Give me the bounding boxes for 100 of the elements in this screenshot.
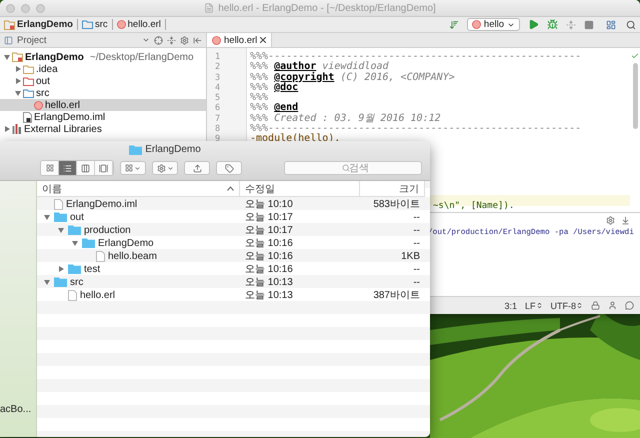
expand-arrow-icon[interactable] — [15, 90, 21, 96]
stop-icon[interactable] — [584, 20, 594, 30]
column-header[interactable]: 이름 — [37, 181, 240, 196]
code-line: %%% @copyright (C) 2016, <COMPANY> — [249, 72, 456, 82]
expand-arrow-icon[interactable] — [4, 126, 10, 132]
scrollbar[interactable] — [632, 63, 638, 129]
disclosure-triangle-icon[interactable] — [72, 240, 78, 246]
updown-icon — [536, 302, 542, 309]
file-icon — [54, 198, 63, 210]
code-line: %%%---------------------------------------------------- — [249, 124, 582, 134]
tree-item[interactable]: External Libraries — [0, 123, 206, 135]
caret-position[interactable]: 3:1 — [504, 300, 517, 310]
tag-icon — [224, 164, 234, 172]
arrange-button[interactable] — [120, 161, 146, 175]
columns-icon — [81, 164, 90, 172]
modified-date: 오늘 10:16 — [244, 250, 293, 263]
search-icon — [342, 164, 350, 172]
disclosure-triangle-icon[interactable] — [58, 266, 64, 272]
library-icon — [12, 124, 22, 134]
tool-window-title[interactable]: Project — [17, 34, 47, 46]
folder-icon — [54, 212, 67, 222]
sort-icon[interactable] — [448, 20, 459, 30]
file-name[interactable]: ErlangDemo.iml — [66, 198, 138, 210]
modified-date: 오늘 10:13 — [244, 289, 293, 302]
settings-icon[interactable] — [606, 216, 615, 224]
run-configuration-dropdown[interactable]: hello — [466, 18, 520, 31]
tree-item[interactable]: ErlangDemo ~/Desktop/ErlangDemo — [0, 51, 206, 63]
line-number: 6 — [214, 103, 222, 114]
column-header[interactable]: 수정일 — [240, 181, 360, 196]
search-field[interactable]: 검색 — [284, 161, 422, 175]
breadcrumb[interactable]: ErlangDemo — [4, 19, 78, 30]
line-number: 7 — [214, 114, 222, 124]
file-name[interactable]: production — [84, 224, 131, 236]
tree-item[interactable]: hello.erl — [0, 99, 206, 111]
collapse-icon[interactable] — [167, 36, 176, 44]
lock-icon[interactable] — [591, 301, 600, 310]
breadcrumb[interactable]: hello.erl — [116, 19, 166, 30]
folder-icon — [82, 20, 93, 29]
code-line: %%% Created : 03. 9월 2016 10:12 — [249, 114, 442, 124]
gallery-icon — [99, 164, 108, 172]
file-size: -- — [413, 212, 421, 222]
erlang-file-icon — [34, 100, 43, 110]
caret-icon — [166, 164, 174, 172]
line-number: 2 — [214, 62, 222, 72]
disclosure-triangle-icon[interactable] — [44, 214, 50, 220]
code-line: ~s\n", [Name]). — [433, 201, 514, 211]
locate-icon[interactable] — [154, 36, 163, 44]
debug-icon[interactable] — [547, 19, 558, 30]
file-size: 583바이트 — [373, 198, 421, 211]
run-icon[interactable] — [528, 19, 539, 30]
tree-item[interactable]: .idea — [0, 63, 206, 75]
view-mode-control[interactable] — [40, 160, 114, 176]
expand-arrow-icon[interactable] — [4, 54, 10, 60]
file-size: -- — [413, 238, 421, 248]
folder-icon — [129, 144, 142, 154]
line-separator[interactable]: LF — [524, 300, 542, 310]
tree-item-label: ErlangDemo — [25, 52, 84, 62]
breadcrumb[interactable]: src — [82, 19, 113, 30]
line-number: 5 — [214, 93, 222, 104]
column-header[interactable]: 크기 — [360, 181, 425, 196]
file-size: -- — [413, 264, 421, 274]
tree-item[interactable]: ErlangDemo.iml — [0, 111, 206, 123]
tag-button[interactable] — [216, 161, 242, 175]
share-button[interactable] — [184, 161, 210, 175]
file-name[interactable]: test — [84, 264, 100, 274]
search-icon[interactable] — [626, 20, 636, 30]
close-icon[interactable] — [260, 37, 266, 43]
file-name[interactable]: out — [70, 212, 84, 222]
list-view-button[interactable] — [59, 161, 77, 175]
file-size: -- — [413, 276, 421, 288]
tree-item[interactable]: src — [0, 87, 206, 99]
tree-item-label: ErlangDemo.iml — [34, 112, 106, 122]
modified-date: 오늘 10:17 — [244, 211, 293, 224]
file-name[interactable]: hello.erl — [80, 290, 116, 300]
disclosure-triangle-icon[interactable] — [44, 279, 50, 285]
action-button[interactable] — [152, 161, 178, 175]
expand-arrow-icon[interactable] — [15, 78, 21, 84]
code-line: %%% — [249, 93, 270, 103]
settings-icon[interactable] — [180, 36, 189, 44]
line-number: 8 — [214, 124, 222, 134]
modified-date: 오늘 10:16 — [244, 237, 293, 250]
file-name[interactable]: src — [70, 276, 84, 288]
sidebar-item[interactable]: acBo... — [0, 404, 32, 415]
code-line: %%% @end — [249, 103, 298, 114]
file-size: 1KB — [401, 250, 421, 262]
file-name[interactable]: hello.beam — [108, 250, 157, 262]
tree-item[interactable]: out — [0, 75, 206, 87]
modified-date: 오늘 10:13 — [244, 276, 293, 289]
document-icon — [204, 3, 214, 13]
file-name[interactable]: ErlangDemo — [98, 238, 154, 248]
erlang-file-icon — [472, 20, 481, 29]
file-encoding[interactable]: UTF-8 — [550, 300, 583, 310]
tree-item-label: src — [36, 88, 50, 98]
icon-view-button[interactable] — [41, 161, 59, 175]
disclosure-triangle-icon[interactable] — [58, 227, 64, 233]
editor-tab[interactable]: hello.erl — [207, 33, 272, 47]
dropdown-icon[interactable] — [142, 36, 150, 44]
folder-icon — [68, 264, 81, 274]
expand-arrow-icon[interactable] — [15, 66, 21, 72]
person-icon[interactable] — [608, 301, 617, 310]
